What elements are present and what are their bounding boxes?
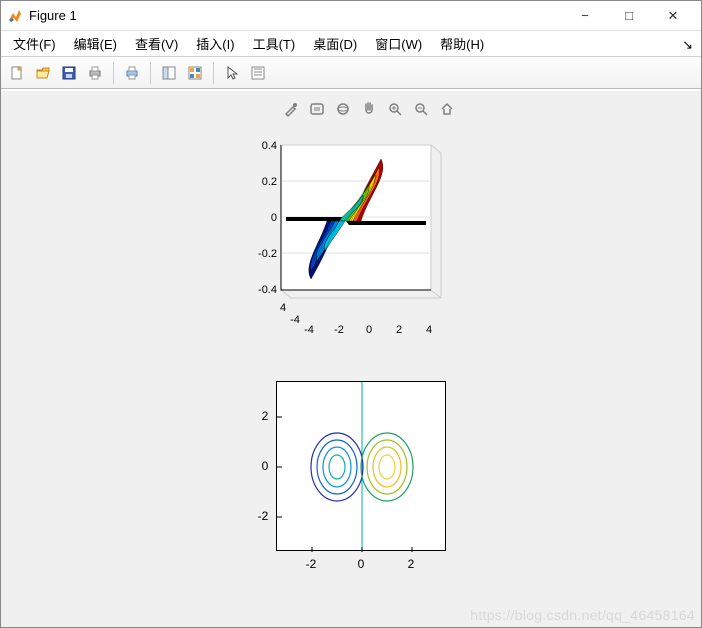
z-tick: 0.2: [262, 176, 277, 188]
titlebar: Figure 1 − □ ✕: [1, 1, 701, 31]
x-tick: 2: [396, 324, 402, 336]
y-tick: 0: [257, 459, 273, 473]
menubar: 文件(F) 编辑(E) 查看(V) 插入(I) 工具(T) 桌面(D) 窗口(W…: [1, 31, 701, 57]
menu-edit[interactable]: 编辑(E): [68, 32, 123, 55]
contour-plot[interactable]: [276, 381, 446, 551]
figure-canvas: 0.4 0.2 0 -0.2 -0.4 4 -4 -4 -2 0 2 4: [1, 91, 701, 627]
menu-tools[interactable]: 工具(T): [247, 32, 302, 55]
menu-insert[interactable]: 插入(I): [190, 32, 240, 55]
pan-icon[interactable]: [359, 99, 379, 119]
y-tick: 2: [257, 409, 273, 423]
link-icon[interactable]: [157, 61, 181, 85]
home-icon[interactable]: [437, 99, 457, 119]
z-tick: -0.2: [258, 248, 277, 260]
menu-file[interactable]: 文件(F): [7, 32, 62, 55]
menu-help[interactable]: 帮助(H): [434, 32, 490, 55]
zoom-in-icon[interactable]: [385, 99, 405, 119]
menu-window[interactable]: 窗口(W): [369, 32, 428, 55]
watermark: https://blog.csdn.net/qq_46458164: [470, 607, 695, 623]
matlab-icon: [7, 8, 23, 24]
data-cursor-icon[interactable]: [246, 61, 270, 85]
separator: [150, 62, 151, 84]
menu-desktop[interactable]: 桌面(D): [307, 32, 363, 55]
separator: [113, 62, 114, 84]
x-tick: 0: [353, 557, 369, 571]
x-tick: 0: [366, 324, 372, 336]
separator: [213, 62, 214, 84]
x-tick: -4: [304, 324, 314, 336]
z-tick: 0.4: [262, 140, 277, 152]
pointer-icon[interactable]: [220, 61, 244, 85]
x-tick: 4: [426, 324, 432, 336]
surface-plot[interactable]: 0.4 0.2 0 -0.2 -0.4 4 -4 -4 -2 0 2 4: [231, 125, 451, 345]
note-icon[interactable]: [307, 99, 327, 119]
print-icon[interactable]: [83, 61, 107, 85]
x-tick: -2: [301, 557, 321, 571]
close-button[interactable]: ✕: [651, 2, 695, 30]
save-icon[interactable]: [57, 61, 81, 85]
minimize-button[interactable]: −: [563, 2, 607, 30]
new-file-icon[interactable]: [5, 61, 29, 85]
insert-colorbar-icon[interactable]: [183, 61, 207, 85]
window-title: Figure 1: [29, 8, 77, 23]
z-tick: 0: [271, 212, 277, 224]
dock-arrow-icon[interactable]: ↘: [682, 37, 693, 53]
z-tick: -0.4: [258, 284, 277, 296]
menu-view[interactable]: 查看(V): [129, 32, 184, 55]
zoom-out-icon[interactable]: [411, 99, 431, 119]
y-tick: -4: [290, 314, 300, 326]
open-file-icon[interactable]: [31, 61, 55, 85]
print-figure-icon[interactable]: [120, 61, 144, 85]
brush-icon[interactable]: [281, 99, 301, 119]
rotate3d-icon[interactable]: [333, 99, 353, 119]
x-tick: -2: [334, 324, 344, 336]
x-tick: 2: [403, 557, 419, 571]
toolbar: [1, 57, 701, 89]
y-tick: 4: [280, 302, 286, 314]
figure-toolbar: [281, 99, 457, 119]
maximize-button[interactable]: □: [607, 2, 651, 30]
y-tick: -2: [253, 509, 273, 523]
